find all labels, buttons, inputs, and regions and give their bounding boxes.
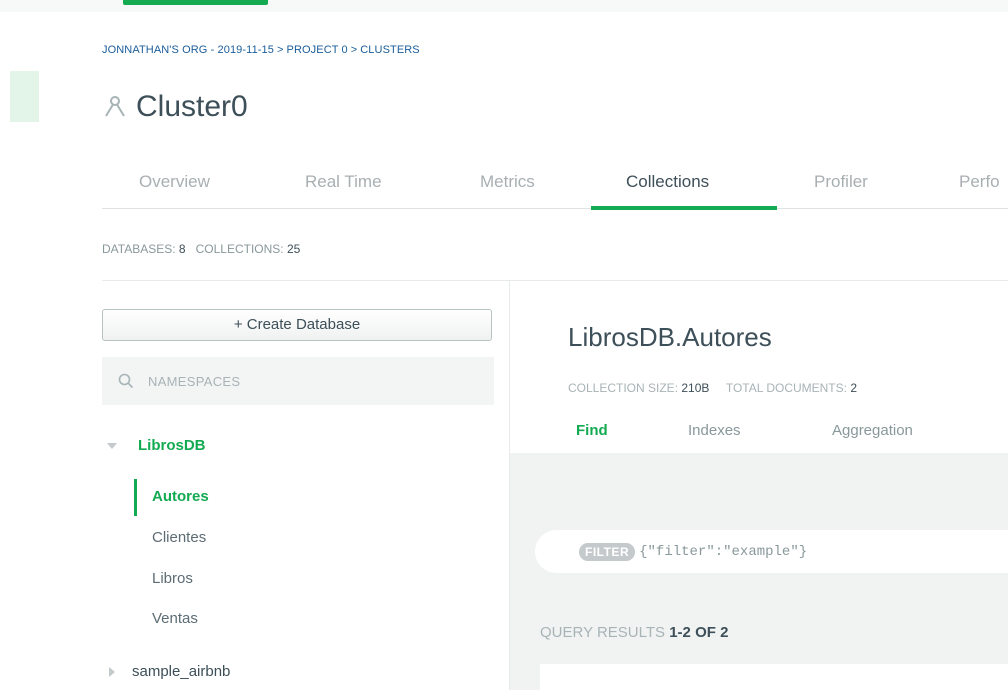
- databases-label: DATABASES:: [102, 242, 176, 256]
- content-divider: [102, 280, 1008, 281]
- sidebar-collection-autores[interactable]: Autores: [134, 482, 209, 512]
- create-database-button[interactable]: + Create Database: [102, 309, 492, 341]
- sidebar-collection-ventas[interactable]: Ventas: [134, 604, 198, 634]
- page-header: Cluster0: [102, 90, 248, 124]
- tab-profiler[interactable]: Profiler: [814, 172, 868, 192]
- chevron-right-icon[interactable]: [102, 664, 122, 680]
- sidebar-collection-libros[interactable]: Libros: [134, 564, 193, 594]
- active-tab-indicator: [591, 206, 777, 210]
- top-nav-active-indicator: [123, 0, 268, 5]
- collection-subtabs: Find Indexes Aggregation: [510, 415, 1008, 453]
- namespace-search: [102, 357, 494, 405]
- tab-indexes[interactable]: Indexes: [688, 422, 741, 439]
- total-documents-label: TOTAL DOCUMENTS:: [725, 381, 847, 395]
- sidebar-db-sample-airbnb[interactable]: sample_airbnb: [102, 663, 230, 680]
- query-results-range: 1-2 OF 2: [669, 624, 729, 641]
- cluster-stats: DATABASES: 8 COLLECTIONS: 25: [102, 242, 300, 256]
- tab-performance[interactable]: Perfo: [959, 172, 1000, 192]
- breadcrumb-org[interactable]: JONNATHAN'S ORG - 2019-11-15: [102, 44, 274, 56]
- filter-input[interactable]: [639, 543, 960, 560]
- tabs-divider: [102, 208, 1008, 209]
- tab-collections[interactable]: Collections: [626, 172, 709, 192]
- breadcrumb-project[interactable]: PROJECT 0: [287, 44, 348, 56]
- collections-count: 25: [287, 242, 301, 256]
- filter-bar: FILTER: [535, 530, 1008, 573]
- databases-count: 8: [178, 242, 186, 256]
- tab-metrics[interactable]: Metrics: [480, 172, 535, 192]
- breadcrumb: JONNATHAN'S ORG - 2019-11-15 > PROJECT 0 > C…: [102, 44, 420, 56]
- query-results-summary: QUERY RESULTS 1-2 OF 2: [540, 624, 728, 641]
- tab-overview[interactable]: Overview: [139, 172, 210, 192]
- breadcrumb-clusters[interactable]: CLUSTERS: [360, 44, 419, 56]
- filter-badge: FILTER: [579, 542, 636, 561]
- sidebar-db-librosdb[interactable]: LibrosDB: [102, 437, 206, 454]
- query-results-label: QUERY RESULTS: [540, 624, 666, 641]
- tab-find[interactable]: Find: [576, 422, 608, 439]
- search-icon: [118, 373, 134, 389]
- cluster-tabs: Overview Real Time Metrics Collections P…: [102, 172, 1008, 210]
- result-document[interactable]: [540, 664, 1008, 690]
- sidebar-db-label: LibrosDB: [138, 437, 206, 454]
- page-title: Cluster0: [136, 90, 248, 123]
- namespace-search-input[interactable]: [148, 373, 448, 389]
- collections-label: COLLECTIONS:: [195, 242, 284, 256]
- total-documents-value: 2: [850, 381, 858, 395]
- sidebar-collection-clientes[interactable]: Clientes: [134, 523, 206, 553]
- sidebar-db-label: sample_airbnb: [132, 663, 231, 680]
- tab-aggregation[interactable]: Aggregation: [832, 422, 913, 439]
- left-nav-highlight: [10, 71, 39, 122]
- chevron-down-icon[interactable]: [102, 438, 122, 454]
- collection-title: LibrosDB.Autores: [568, 322, 772, 352]
- breadcrumb-separator: >: [276, 44, 284, 56]
- collection-size-label: COLLECTION SIZE:: [568, 381, 679, 395]
- breadcrumb-separator: >: [350, 44, 358, 56]
- collection-stats: COLLECTION SIZE: 210B TOTAL DOCUMENTS: 2: [568, 381, 857, 395]
- cluster-icon: [105, 96, 125, 117]
- tab-real-time[interactable]: Real Time: [305, 172, 382, 192]
- collection-size-value: 210B: [681, 381, 710, 395]
